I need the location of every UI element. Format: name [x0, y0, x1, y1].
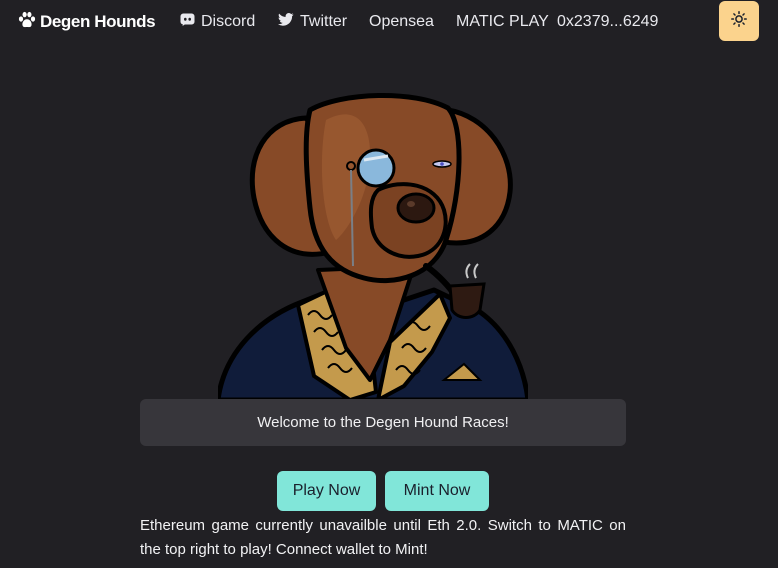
nav-opensea-link[interactable]: Opensea: [369, 12, 434, 32]
mint-now-button[interactable]: Mint Now: [385, 471, 489, 511]
nav-link-label: Discord: [201, 13, 256, 30]
mint-now-label: Mint Now: [403, 482, 471, 499]
paw-icon: [17, 11, 37, 34]
game-status-message: Ethereum game currently unavailble until…: [140, 517, 626, 558]
nav-twitter-link[interactable]: Twitter: [278, 12, 347, 32]
nav-discord-link[interactable]: Discord: [180, 12, 255, 32]
wallet-address-button[interactable]: 0x2379...6249: [557, 12, 658, 32]
theme-toggle-button[interactable]: [719, 1, 759, 41]
hound-illustration: [218, 80, 528, 400]
nav-link-label: MATIC PLAY: [456, 13, 549, 30]
welcome-text: Welcome to the Degen Hound Races!: [257, 414, 509, 431]
nav-link-label: Twitter: [300, 13, 348, 30]
play-now-label: Play Now: [292, 482, 361, 499]
play-now-button[interactable]: Play Now: [277, 471, 376, 511]
discord-icon: [180, 13, 195, 31]
sun-icon: [731, 10, 747, 32]
welcome-banner: Welcome to the Degen Hound Races!: [140, 399, 626, 446]
brand-logo-link[interactable]: Degen Hounds: [17, 10, 156, 34]
nav-link-label: Opensea: [369, 13, 434, 30]
top-navbar: Degen Hounds Discord Twitter Opensea MAT…: [0, 0, 778, 44]
wallet-address: 0x2379...6249: [557, 13, 659, 30]
brand-name: Degen Hounds: [40, 12, 156, 31]
twitter-icon: [278, 13, 294, 31]
nav-matic-play-link[interactable]: MATIC PLAY: [456, 12, 549, 32]
